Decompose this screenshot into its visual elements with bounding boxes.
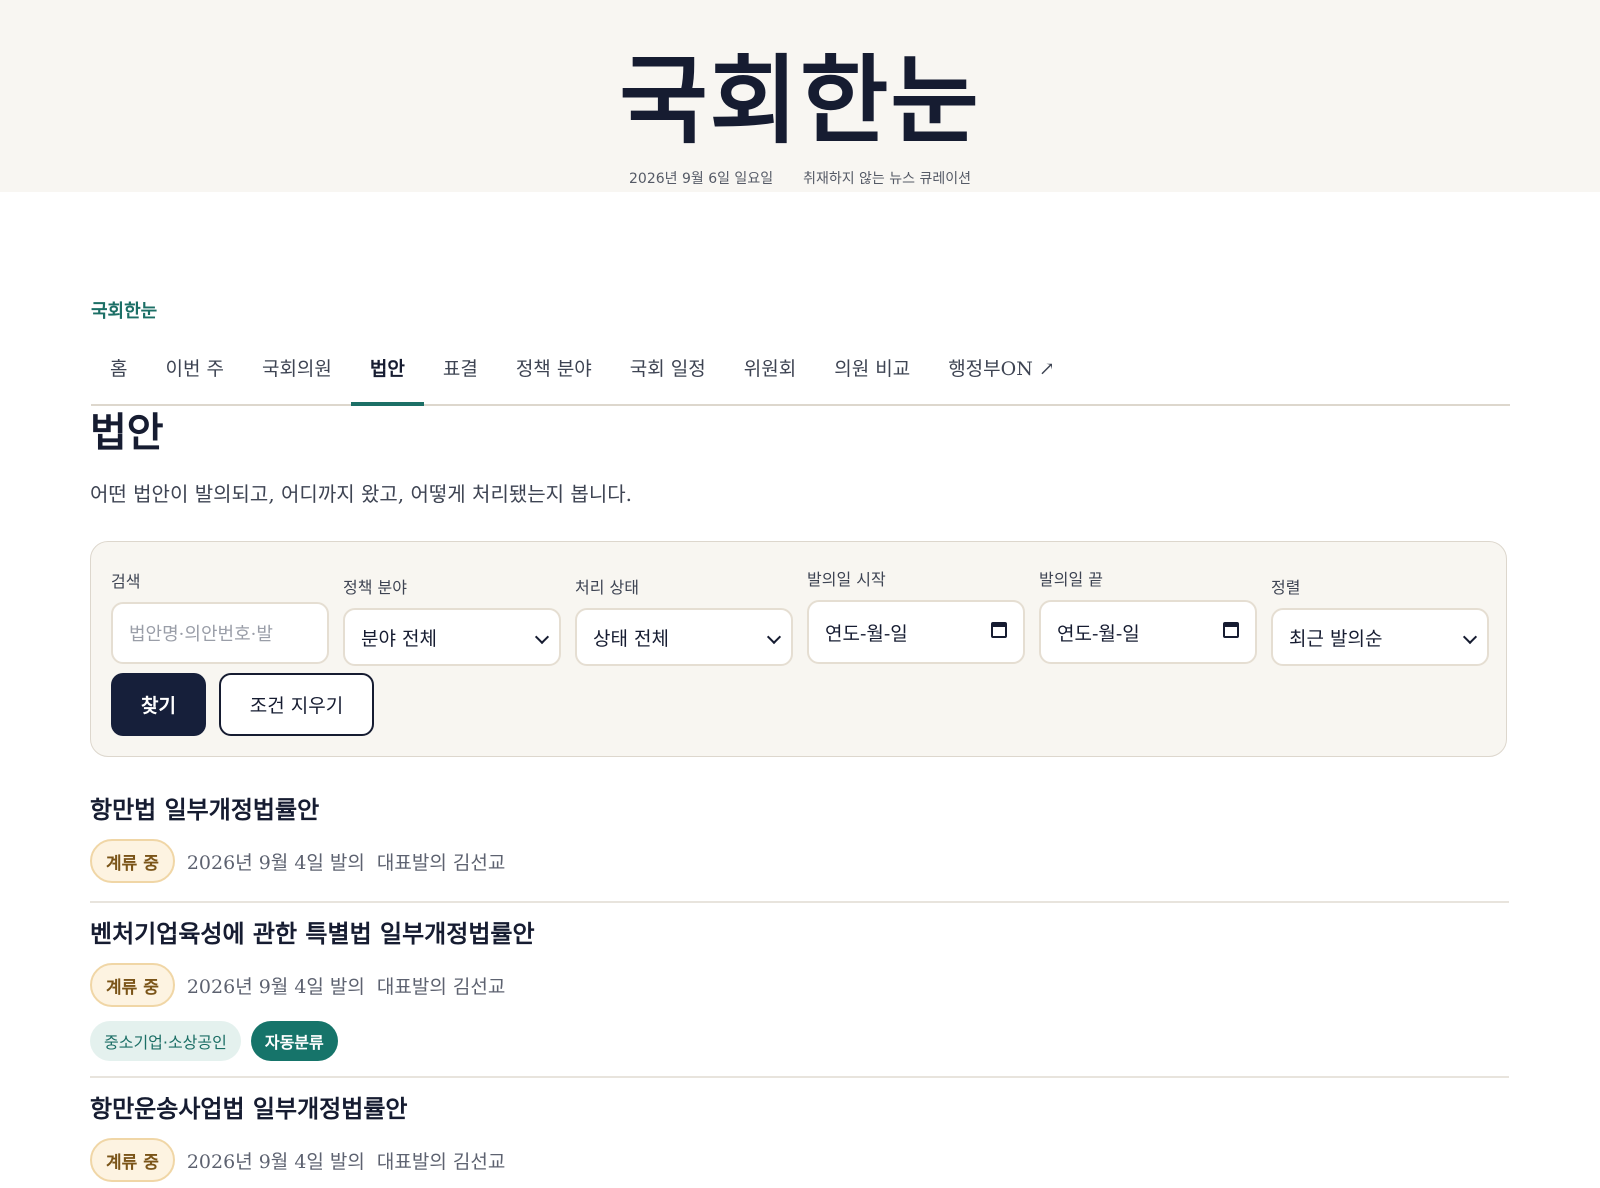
status-value: 상태 전체 (593, 627, 669, 650)
brand-link[interactable]: 국회한눈 (91, 297, 157, 323)
sort-value: 최근 발의순 (1289, 627, 1383, 650)
masthead-subline: 2026년 9월 6일 일요일 취재하지 않는 뉴스 큐레이션 (0, 168, 1600, 188)
nav-item-schedule[interactable]: 국회 일정 (611, 340, 725, 404)
chevron-down-icon (1462, 629, 1478, 645)
bill-title[interactable]: 항만운송사업법 일부개정법률안 (90, 1092, 1509, 1126)
sort-select[interactable]: 최근 발의순 (1271, 608, 1489, 666)
date-start-value: 연도-월-일 (825, 622, 908, 645)
bill-title[interactable]: 항만법 일부개정법률안 (90, 793, 1509, 827)
bill-title[interactable]: 벤처기업육성에 관한 특별법 일부개정법률안 (90, 917, 1509, 951)
nav-item-compare-members[interactable]: 의원 비교 (815, 340, 929, 404)
nav-item-executive-on[interactable]: 행정부ON ↗ (929, 340, 1074, 404)
date-start-input[interactable]: 연도-월-일 (807, 600, 1025, 664)
status-badge: 계류 중 (90, 1138, 175, 1182)
chevron-down-icon (534, 629, 550, 645)
policy-field-value: 분야 전체 (361, 627, 437, 650)
date-end-value: 연도-월-일 (1057, 622, 1140, 645)
status-badge: 계류 중 (90, 839, 175, 883)
bill-tags: 중소기업·소상공인 자동분류 (90, 1021, 1509, 1061)
calendar-icon[interactable] (991, 622, 1007, 638)
masthead-tagline: 취재하지 않는 뉴스 큐레이션 (803, 171, 971, 187)
nav-item-this-week[interactable]: 이번 주 (146, 340, 242, 404)
policy-field-select[interactable]: 분야 전체 (343, 608, 561, 666)
date-start-filter: 발의일 시작 연도-월-일 (807, 566, 1025, 664)
bill-sponsor: 대표발의 김선교 (376, 851, 506, 874)
calendar-icon[interactable] (1223, 622, 1239, 638)
nav-item-votes[interactable]: 표결 (424, 340, 497, 404)
date-end-label: 발의일 끝 (1039, 570, 1103, 589)
status-filter: 처리 상태 상태 전체 (575, 574, 793, 666)
bill-meta: 계류 중 2026년 9월 4일 발의 대표발의 김선교 (90, 963, 1509, 1007)
site-logo[interactable]: 국회한눈 (0, 46, 1600, 156)
status-badge: 계류 중 (90, 963, 175, 1007)
date-start-label: 발의일 시작 (807, 570, 886, 589)
bill-meta: 계류 중 2026년 9월 4일 발의 대표발의 김선교 (90, 1138, 1509, 1182)
bill-meta: 계류 중 2026년 9월 4일 발의 대표발의 김선교 (90, 839, 1509, 883)
bill-item: 항만법 일부개정법률안 계류 중 2026년 9월 4일 발의 대표발의 김선교 (90, 793, 1509, 903)
main-nav: 홈 이번 주 국회의원 법안 표결 정책 분야 국회 일정 위원회 의원 비교 … (91, 340, 1510, 406)
nav-item-policy-areas[interactable]: 정책 분야 (497, 340, 611, 404)
nav-item-members[interactable]: 국회의원 (243, 340, 351, 404)
bill-item: 벤처기업육성에 관한 특별법 일부개정법률안 계류 중 2026년 9월 4일 … (90, 917, 1509, 1078)
bill-date: 2026년 9월 4일 발의 (186, 1150, 365, 1173)
masthead-date: 2026년 9월 6일 일요일 (629, 171, 774, 187)
policy-field-label: 정책 분야 (343, 578, 407, 597)
search-label: 검색 (111, 572, 141, 591)
nav-item-bills[interactable]: 법안 (350, 340, 424, 406)
masthead: 국회한눈 2026년 9월 6일 일요일 취재하지 않는 뉴스 큐레이션 (0, 0, 1600, 192)
search-field: 검색 법안명·의안번호·발 (111, 568, 329, 664)
date-end-filter: 발의일 끝 연도-월-일 (1039, 566, 1257, 664)
search-button[interactable]: 찾기 (111, 673, 206, 736)
bill-item: 항만운송사업법 일부개정법률안 계류 중 2026년 9월 4일 발의 대표발의… (90, 1092, 1509, 1188)
bill-sponsor: 대표발의 김선교 (376, 975, 506, 998)
bill-date: 2026년 9월 4일 발의 (186, 975, 365, 998)
bill-sponsor: 대표발의 김선교 (376, 1150, 506, 1173)
date-end-input[interactable]: 연도-월-일 (1039, 600, 1257, 664)
status-select[interactable]: 상태 전체 (575, 608, 793, 666)
page-title: 법안 (90, 410, 164, 456)
chevron-down-icon (766, 629, 782, 645)
sort-filter: 정렬 최근 발의순 (1271, 574, 1489, 666)
policy-tag[interactable]: 중소기업·소상공인 (90, 1021, 241, 1061)
auto-classified-tag: 자동분류 (250, 1021, 338, 1061)
bill-date: 2026년 9월 4일 발의 (186, 851, 365, 874)
clear-filters-button[interactable]: 조건 지우기 (219, 673, 374, 736)
policy-field-filter: 정책 분야 분야 전체 (343, 574, 561, 666)
status-label: 처리 상태 (575, 578, 639, 597)
page-description: 어떤 법안이 발의되고, 어디까지 왔고, 어떻게 처리됐는지 봅니다. (90, 482, 632, 506)
search-input[interactable]: 법안명·의안번호·발 (111, 602, 329, 664)
sort-label: 정렬 (1271, 578, 1301, 597)
nav-item-committees[interactable]: 위원회 (725, 340, 815, 404)
nav-item-home[interactable]: 홈 (91, 340, 146, 404)
